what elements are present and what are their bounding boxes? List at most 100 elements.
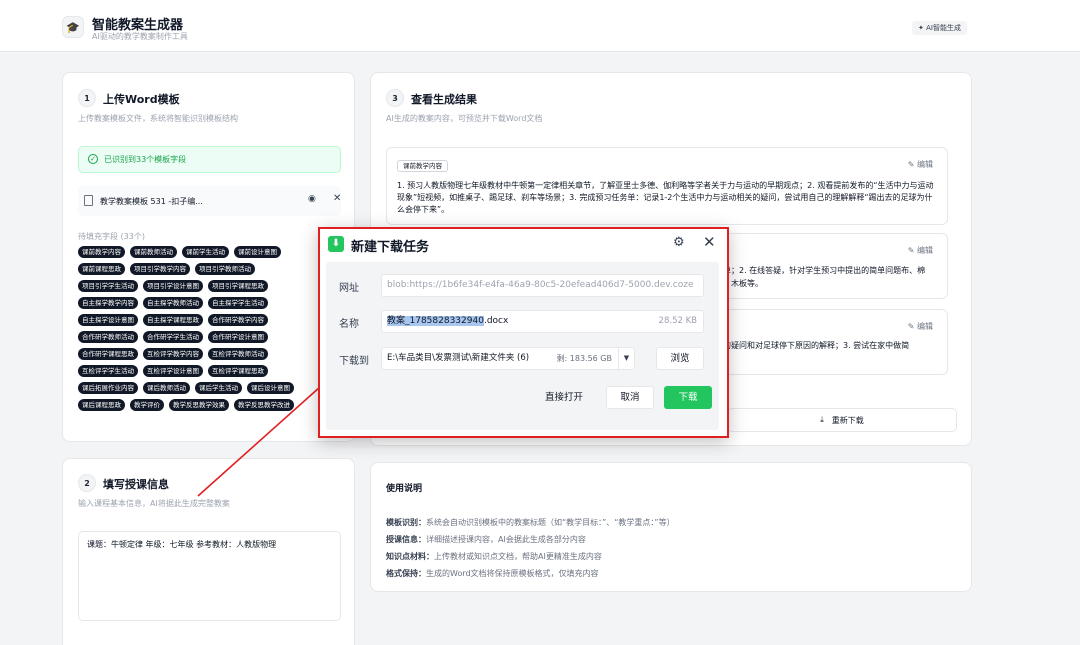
field-tag: 合作研学学生活动 bbox=[143, 331, 203, 343]
edit-label: 编辑 bbox=[917, 322, 933, 331]
upload-title: 上传Word模板 bbox=[103, 93, 180, 106]
field-tag: 教学反思教学改进 bbox=[234, 399, 294, 411]
field-tag: 项目引学设计意图 bbox=[143, 280, 203, 292]
edit-label: 编辑 bbox=[917, 160, 933, 169]
browse-button[interactable]: 浏览 bbox=[656, 347, 704, 370]
field-tag: 自主探学教学内容 bbox=[78, 297, 138, 309]
check-circle-icon: ✓ bbox=[88, 154, 98, 164]
url-label: 网址 bbox=[339, 283, 359, 294]
edit-button[interactable]: ✎ 编辑 bbox=[908, 159, 933, 170]
step-number: 3 bbox=[386, 89, 404, 107]
step-number: 2 bbox=[78, 474, 96, 492]
usage-value: 上传教材或知识点文档，帮助AI更精准生成内容 bbox=[434, 552, 602, 561]
preview-eye-icon[interactable]: ◉ bbox=[308, 194, 316, 204]
field-tag: 教学评价 bbox=[130, 399, 164, 411]
edit-button[interactable]: ✎ 编辑 bbox=[908, 245, 933, 256]
usage-value: 系统会自动识别模板中的教案标题（如“教学目标：”、“教学重点：”等） bbox=[426, 518, 675, 527]
filename-ext: .docx bbox=[483, 316, 509, 326]
field-tag: 自主探学设计意图 bbox=[78, 314, 138, 326]
filename-field[interactable]: 教案_1785828332940.docx 28.52 KB bbox=[381, 310, 704, 333]
field-tag: 自主探学学生活动 bbox=[208, 297, 268, 309]
field-tag: 课后教师活动 bbox=[143, 382, 190, 394]
filename-selected: 教案_1785828332940 bbox=[387, 316, 484, 326]
dialog-title: 新建下载任务 bbox=[351, 240, 430, 255]
download-dialog: ⬇ 新建下载任务 ⚙ ✕ 网址 blob:https://1b6fe34f-e4… bbox=[318, 227, 729, 438]
path-label: 下载到 bbox=[339, 356, 369, 367]
ai-badge: ✦ AI智能生成 bbox=[912, 21, 967, 35]
field-tag: 课前设计意图 bbox=[234, 246, 281, 258]
field-tag: 互检评学设计意图 bbox=[143, 365, 203, 377]
field-tag: 互检评学课程思政 bbox=[208, 365, 268, 377]
lesson-info-card: 2 填写授课信息 输入课程基本信息，AI将据此生成完整教案 课题：牛顿定律 年级… bbox=[62, 458, 355, 645]
field-tag: 项目引学教学内容 bbox=[130, 263, 190, 275]
usage-title: 使用说明 bbox=[386, 484, 423, 494]
save-path: E:\车品类目\发票测试\新建文件夹 (6) bbox=[387, 353, 530, 363]
field-tag: 合作研学教师活动 bbox=[78, 331, 138, 343]
step-number: 1 bbox=[78, 89, 96, 107]
gear-icon[interactable]: ⚙ bbox=[673, 235, 685, 250]
edit-button[interactable]: ✎ 编辑 bbox=[908, 321, 933, 332]
field-tag: 项目引学课程思政 bbox=[208, 280, 268, 292]
remove-file-icon[interactable]: ✕ bbox=[333, 193, 341, 204]
field-tag: 合作研学教学内容 bbox=[208, 314, 268, 326]
usage-key: 知识点材料： bbox=[386, 552, 434, 561]
field-tag: 项目引学教师活动 bbox=[195, 263, 255, 275]
redownload-button[interactable]: ⤓ 重新下载 bbox=[727, 408, 957, 432]
close-icon[interactable]: ✕ bbox=[703, 233, 716, 251]
field-tag: 合作研学课程思政 bbox=[78, 348, 138, 360]
usage-line: 知识点材料：上传教材或知识点文档，帮助AI更精准生成内容 bbox=[386, 551, 602, 562]
field-tags: 课前教学内容 课前教师活动 课前学生活动 课前设计意图 课前课程思政 项目引学教学内容 项目… bbox=[78, 246, 316, 411]
field-tag: 课后拓展作业内容 bbox=[78, 382, 138, 394]
usage-key: 授课信息： bbox=[386, 535, 426, 544]
field-tag: 合作研学设计意图 bbox=[208, 331, 268, 343]
field-tag: 教学反思教学效果 bbox=[169, 399, 229, 411]
usage-line: 模板识别：系统会自动识别模板中的教案标题（如“教学目标：”、“教学重点：”等） bbox=[386, 517, 675, 528]
app-header: 🎓 智能教案生成器 AI驱动的教学教案制作工具 ✦ AI智能生成 bbox=[0, 0, 1080, 52]
cancel-button[interactable]: 取消 bbox=[606, 386, 654, 409]
download-icon: ⤓ bbox=[820, 415, 824, 424]
recognized-fields-status: ✓ 已识别到33个模板字段 bbox=[78, 146, 341, 173]
usage-card: 使用说明 模板识别：系统会自动识别模板中的教案标题（如“教学目标：”、“教学重点… bbox=[370, 462, 972, 592]
result-item: 课前教学内容 ✎ 编辑 1. 预习人教版物理七年级教材中牛顿第一定律相关章节，了… bbox=[386, 147, 948, 225]
uploaded-file-row: 教学教案模板 531 -扣子编... ◉ ✕ bbox=[78, 186, 341, 216]
fields-label: 待填充字段 (33个) bbox=[78, 232, 145, 241]
lesson-info-textarea[interactable]: 课题：牛顿定律 年级：七年级 参考教材：人教版物理 bbox=[78, 531, 341, 621]
info-title: 填写授课信息 bbox=[103, 478, 169, 491]
ai-badge-label: AI智能生成 bbox=[926, 24, 961, 32]
usage-line: 格式保持：生成的Word文档将保持原模板格式，仅填充内容 bbox=[386, 568, 599, 579]
field-tag: 互检评学教学内容 bbox=[143, 348, 203, 360]
free-space: 剩: 183.56 GB bbox=[556, 354, 612, 363]
name-label: 名称 bbox=[339, 319, 359, 330]
upload-template-card: 1 上传Word模板 上传教案模板文件，系统将智能识别模板结构 ✓ 已识别到33… bbox=[62, 72, 355, 442]
edit-label: 编辑 bbox=[917, 246, 933, 255]
status-text: 已识别到33个模板字段 bbox=[104, 155, 187, 164]
open-directly-button[interactable]: 直接打开 bbox=[536, 386, 592, 409]
usage-key: 模板识别： bbox=[386, 518, 426, 527]
redownload-label: 重新下载 bbox=[831, 415, 864, 425]
result-text: 1. 预习人教版物理七年级教材中牛顿第一定律相关章节，了解亚里士多德、伽利略等学… bbox=[397, 181, 934, 214]
chevron-down-icon[interactable]: ▼ bbox=[618, 348, 634, 369]
result-tag: 课前教学内容 bbox=[397, 160, 448, 172]
field-tag: 课后设计意图 bbox=[247, 382, 294, 394]
url-field[interactable]: blob:https://1b6fe34f-e4fa-46a9-80c5-20e… bbox=[381, 274, 704, 297]
field-tag: 互检评学教师活动 bbox=[208, 348, 268, 360]
field-tag: 自主探学教师活动 bbox=[143, 297, 203, 309]
field-tag: 课前教学内容 bbox=[78, 246, 125, 258]
usage-value: 生成的Word文档将保持原模板格式，仅填充内容 bbox=[426, 569, 599, 578]
result-text: 已的疑问和对足球停下原因的解释；3. 尝试在家中做简 bbox=[715, 341, 910, 350]
result-text: 务单；2. 在线答疑，针对学生预习中提出的简单问题布、棉布、木板等。 bbox=[715, 266, 926, 288]
field-tag: 课后学生活动 bbox=[195, 382, 242, 394]
download-app-icon: ⬇ bbox=[328, 236, 344, 252]
field-tag: 自主探学课程思政 bbox=[143, 314, 203, 326]
usage-value: 详细描述授课内容，AI会据此生成各部分内容 bbox=[426, 535, 586, 544]
field-tag: 课前课程思政 bbox=[78, 263, 125, 275]
field-tag: 课后课程思政 bbox=[78, 399, 125, 411]
info-desc: 输入课程基本信息，AI将据此生成完整教案 bbox=[78, 499, 230, 508]
field-tag: 课前教师活动 bbox=[130, 246, 177, 258]
download-button[interactable]: 下载 bbox=[664, 386, 712, 409]
app-subtitle: AI驱动的教学教案制作工具 bbox=[92, 32, 188, 41]
save-path-field[interactable]: E:\车品类目\发票测试\新建文件夹 (6) 剩: 183.56 GB ▼ bbox=[381, 347, 635, 370]
file-name: 教学教案模板 531 -扣子编... bbox=[100, 197, 203, 206]
dialog-body: 网址 blob:https://1b6fe34f-e4fa-46a9-80c5-… bbox=[326, 262, 719, 430]
results-title: 查看生成结果 bbox=[411, 93, 477, 106]
